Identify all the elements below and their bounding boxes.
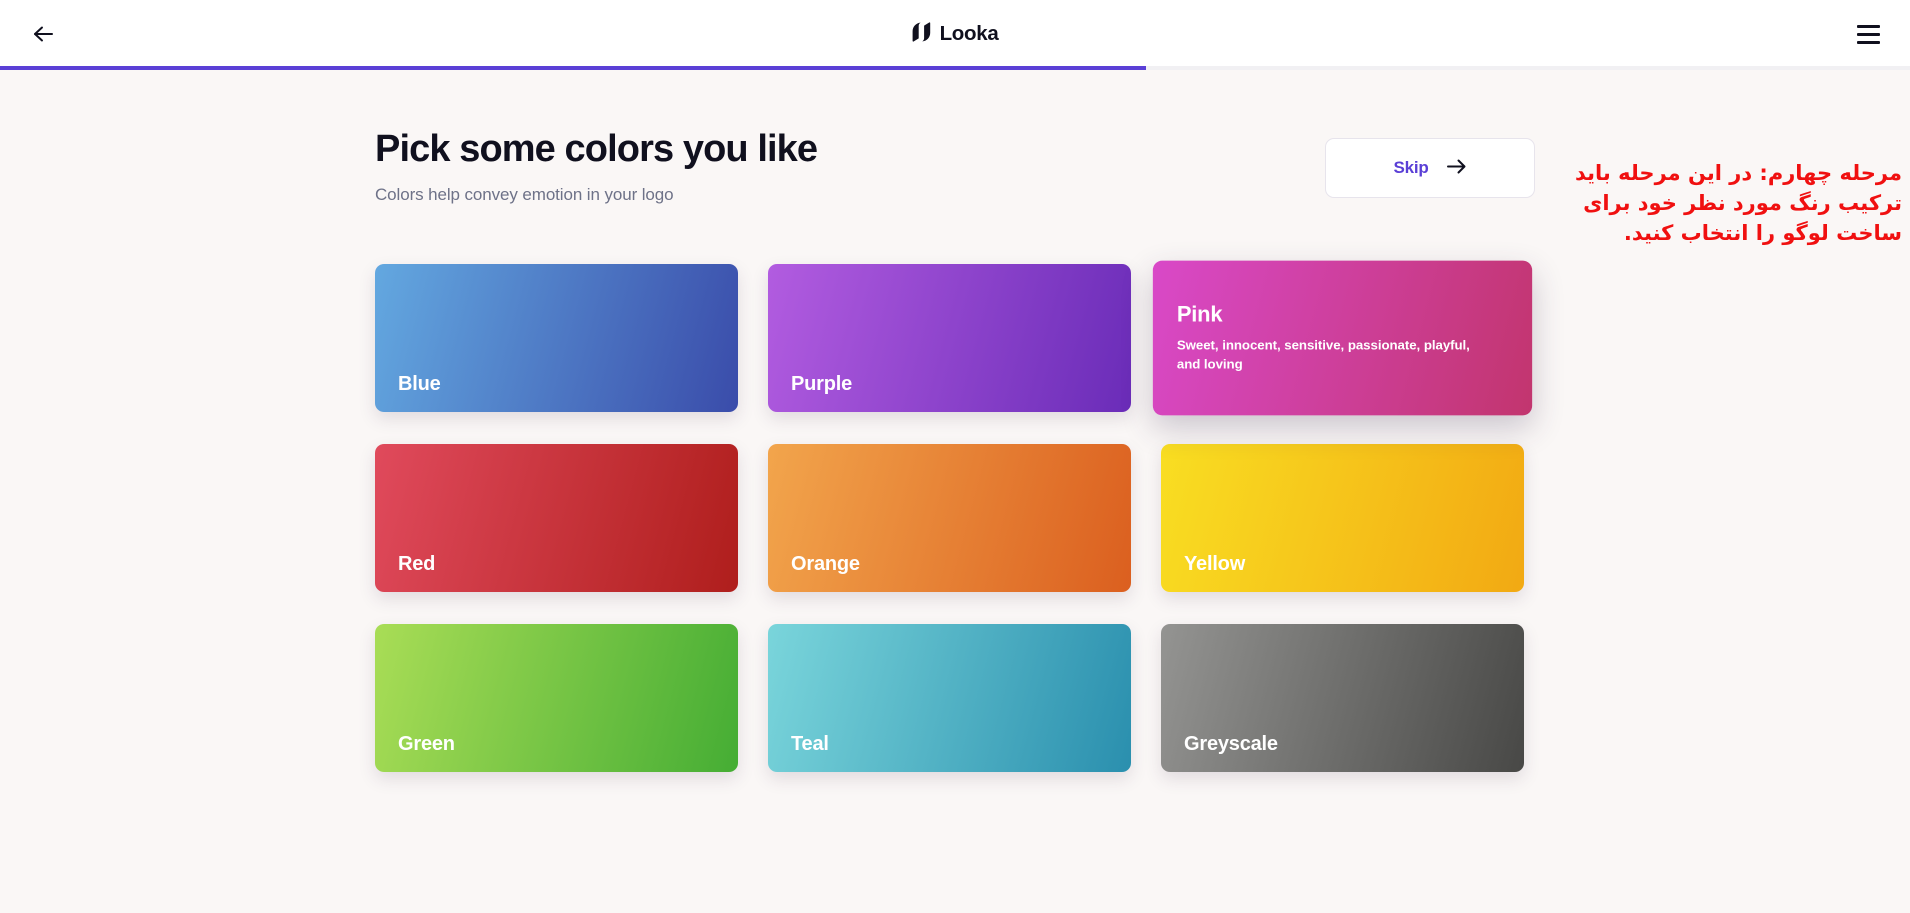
color-card-label: Orange [791,553,1108,575]
app-header: Looka [0,0,1910,68]
content-column: Pick some colors you like Colors help co… [375,128,1535,772]
color-card-pink[interactable]: Pink Sweet, innocent, sensitive, passiona… [1153,260,1532,415]
back-button[interactable] [24,14,64,54]
color-card-teal[interactable]: Teal [768,624,1131,772]
color-card-label: Greyscale [1184,733,1501,755]
page-title: Pick some colors you like [375,128,817,171]
hamburger-menu-icon-bar [1857,41,1880,44]
skip-button[interactable]: Skip [1325,138,1535,198]
color-card-grid: Blue Purple Pink Sweet, innocent, sensitive… [375,264,1535,772]
hamburger-menu-icon [1857,25,1880,28]
color-card-green[interactable]: Green [375,624,738,772]
hamburger-menu-button[interactable] [1848,14,1888,54]
color-card-orange[interactable]: Orange [768,444,1131,592]
color-card-yellow[interactable]: Yellow [1161,444,1524,592]
color-card-blue[interactable]: Blue [375,264,738,412]
skip-button-label: Skip [1393,158,1428,178]
arrow-right-icon [1446,159,1467,177]
page-header-row: Pick some colors you like Colors help co… [375,128,1535,205]
color-card-red[interactable]: Red [375,444,738,592]
color-card-greyscale[interactable]: Greyscale [1161,624,1524,772]
instruction-annotation: مرحله چهارم: در این مرحله باید ترکیب رنگ… [1522,158,1902,249]
looka-logo-icon [912,22,931,47]
color-card-label: Purple [791,373,1108,395]
color-card-label: Blue [398,373,715,395]
page-heading-block: Pick some colors you like Colors help co… [375,128,817,205]
arrow-left-icon [33,26,55,42]
brand-logo[interactable]: Looka [912,22,999,47]
color-card-label: Teal [791,733,1108,755]
color-card-label: Red [398,553,715,575]
color-card-label: Green [398,733,715,755]
color-card-label: Yellow [1184,553,1501,575]
color-card-label: Pink [1177,302,1508,326]
color-card-description: Sweet, innocent, sensitive, passionate, … [1177,335,1480,373]
brand-name: Looka [940,22,999,46]
page-body: Pick some colors you like Colors help co… [0,70,1910,913]
hamburger-menu-icon-bar [1857,33,1880,36]
page-subtitle: Colors help convey emotion in your logo [375,185,817,205]
color-card-purple[interactable]: Purple [768,264,1131,412]
